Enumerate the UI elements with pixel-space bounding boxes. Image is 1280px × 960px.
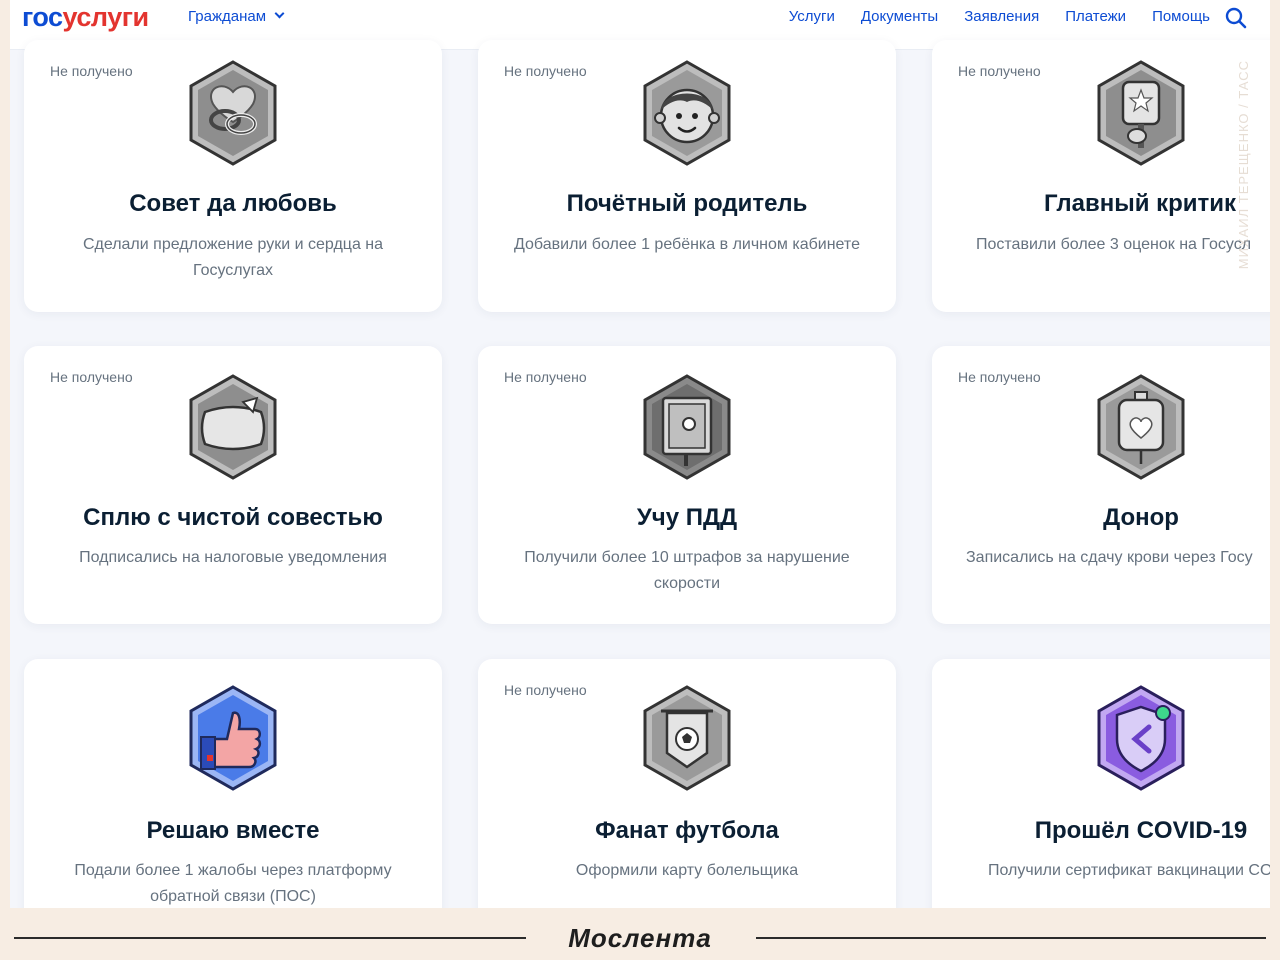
photo-credit-text: МИХАИЛ ТЕРЕЩЕНКО / ТАСС [1236, 60, 1251, 270]
status-label: Не получено [958, 369, 1041, 385]
card-description: Сделали предложение руки и сердца на Гос… [82, 236, 384, 279]
achievement-card-marriage[interactable]: Не получено Совет да любовь Сделали пред… [24, 40, 442, 312]
card-title: Учу ПДД [636, 504, 738, 531]
card-description: Подписались на налоговые уведомления [79, 549, 387, 566]
publication-footer: Мосленmа [0, 908, 1280, 960]
moslenta-logo: Мосленmа [568, 923, 712, 953]
status-label: Не получено [50, 369, 133, 385]
nav-services[interactable]: Услуги [789, 8, 835, 26]
footer-divider-left [14, 937, 526, 939]
shield-virus-icon [1097, 685, 1185, 791]
achievement-card-critic[interactable]: Не получено Главный критик Поставили бол… [932, 40, 1270, 312]
nav-documents[interactable]: Документы [861, 8, 938, 26]
traffic-rules-book-icon [643, 374, 731, 480]
card-description: Получили сертификат вакцинации COVID-19 [988, 862, 1270, 879]
football-pennant-icon [643, 685, 731, 791]
thumbs-up-icon [189, 685, 277, 791]
rating-sign-icon [1097, 60, 1185, 166]
chevron-down-icon [274, 8, 285, 19]
status-label: Не получено [504, 63, 587, 79]
achievement-card-traffic-rules[interactable]: Не получено Учу ПДД Получили более 10 шт… [478, 346, 896, 624]
gosuslugi-logo[interactable]: госуслуги [22, 2, 149, 32]
status-label: Не получено [504, 369, 587, 385]
photo-credit-watermark: МИХАИЛ ТЕРЕЩЕНКО / ТАСС [1236, 60, 1254, 300]
card-description: Добавили более 1 ребёнка в личном кабине… [514, 236, 860, 253]
logo-part-gos: гос [22, 2, 63, 32]
card-description: Получили более 10 штрафов за нарушение с… [524, 549, 850, 592]
achievement-card-feedback[interactable]: Решаю вместе Подали более 1 жалобы через… [24, 659, 442, 908]
achievement-card-tax[interactable]: Не получено Сплю с чистой совестью Подпи… [24, 346, 442, 624]
main-nav: Услуги Документы Заявления Платежи Помощ… [789, 8, 1210, 26]
card-title: Почётный родитель [566, 190, 808, 217]
card-title: Прошёл COVID-19 [1034, 817, 1248, 844]
nav-help[interactable]: Помощь [1152, 8, 1210, 26]
logo-part-uslugi: услуги [62, 2, 150, 32]
card-description: Подали более 1 жалобы через платформу об… [74, 862, 392, 905]
card-description: Поставили более 3 оценок на Госусл [976, 236, 1252, 253]
achievement-card-parent[interactable]: Не получено Почётный родитель Добавили б… [478, 40, 896, 312]
card-title: Совет да любовь [129, 190, 337, 217]
card-title: Сплю с чистой совестью [83, 504, 383, 531]
achievement-card-donor[interactable]: Не получено Донор Записались на сдачу кр… [932, 346, 1270, 624]
nav-applications[interactable]: Заявления [964, 8, 1039, 26]
child-face-icon [643, 60, 731, 166]
card-title: Решаю вместе [146, 817, 320, 844]
pillow-icon [189, 374, 277, 480]
achievement-card-football[interactable]: Не получено Фанат футбола Оформили карту… [478, 659, 896, 908]
card-title: Главный критик [1043, 190, 1237, 217]
browser-viewport: госуслуги Гражданам Услуги Документы Зая… [10, 0, 1270, 908]
card-description: Записались на сдачу крови через Госу [966, 549, 1253, 566]
status-label: Не получено [50, 63, 133, 79]
card-title: Фанат футбола [595, 817, 779, 844]
nav-payments[interactable]: Платежи [1065, 8, 1126, 26]
citizens-menu[interactable]: Гражданам [188, 8, 285, 26]
card-description: Оформили карту болельщика [575, 862, 799, 879]
status-label: Не получено [958, 63, 1041, 79]
rings-icon [189, 60, 277, 166]
moslenta-logo-text: Мосленmа [568, 923, 712, 953]
citizens-menu-label: Гражданам [188, 8, 267, 25]
footer-divider-right [756, 937, 1266, 939]
status-label: Не получено [504, 682, 587, 698]
achievement-card-covid[interactable]: Прошёл COVID-19 Получили сертификат вакц… [932, 659, 1270, 908]
card-title: Донор [1103, 504, 1179, 531]
blood-bag-icon [1097, 374, 1185, 480]
search-icon[interactable] [1224, 6, 1248, 30]
